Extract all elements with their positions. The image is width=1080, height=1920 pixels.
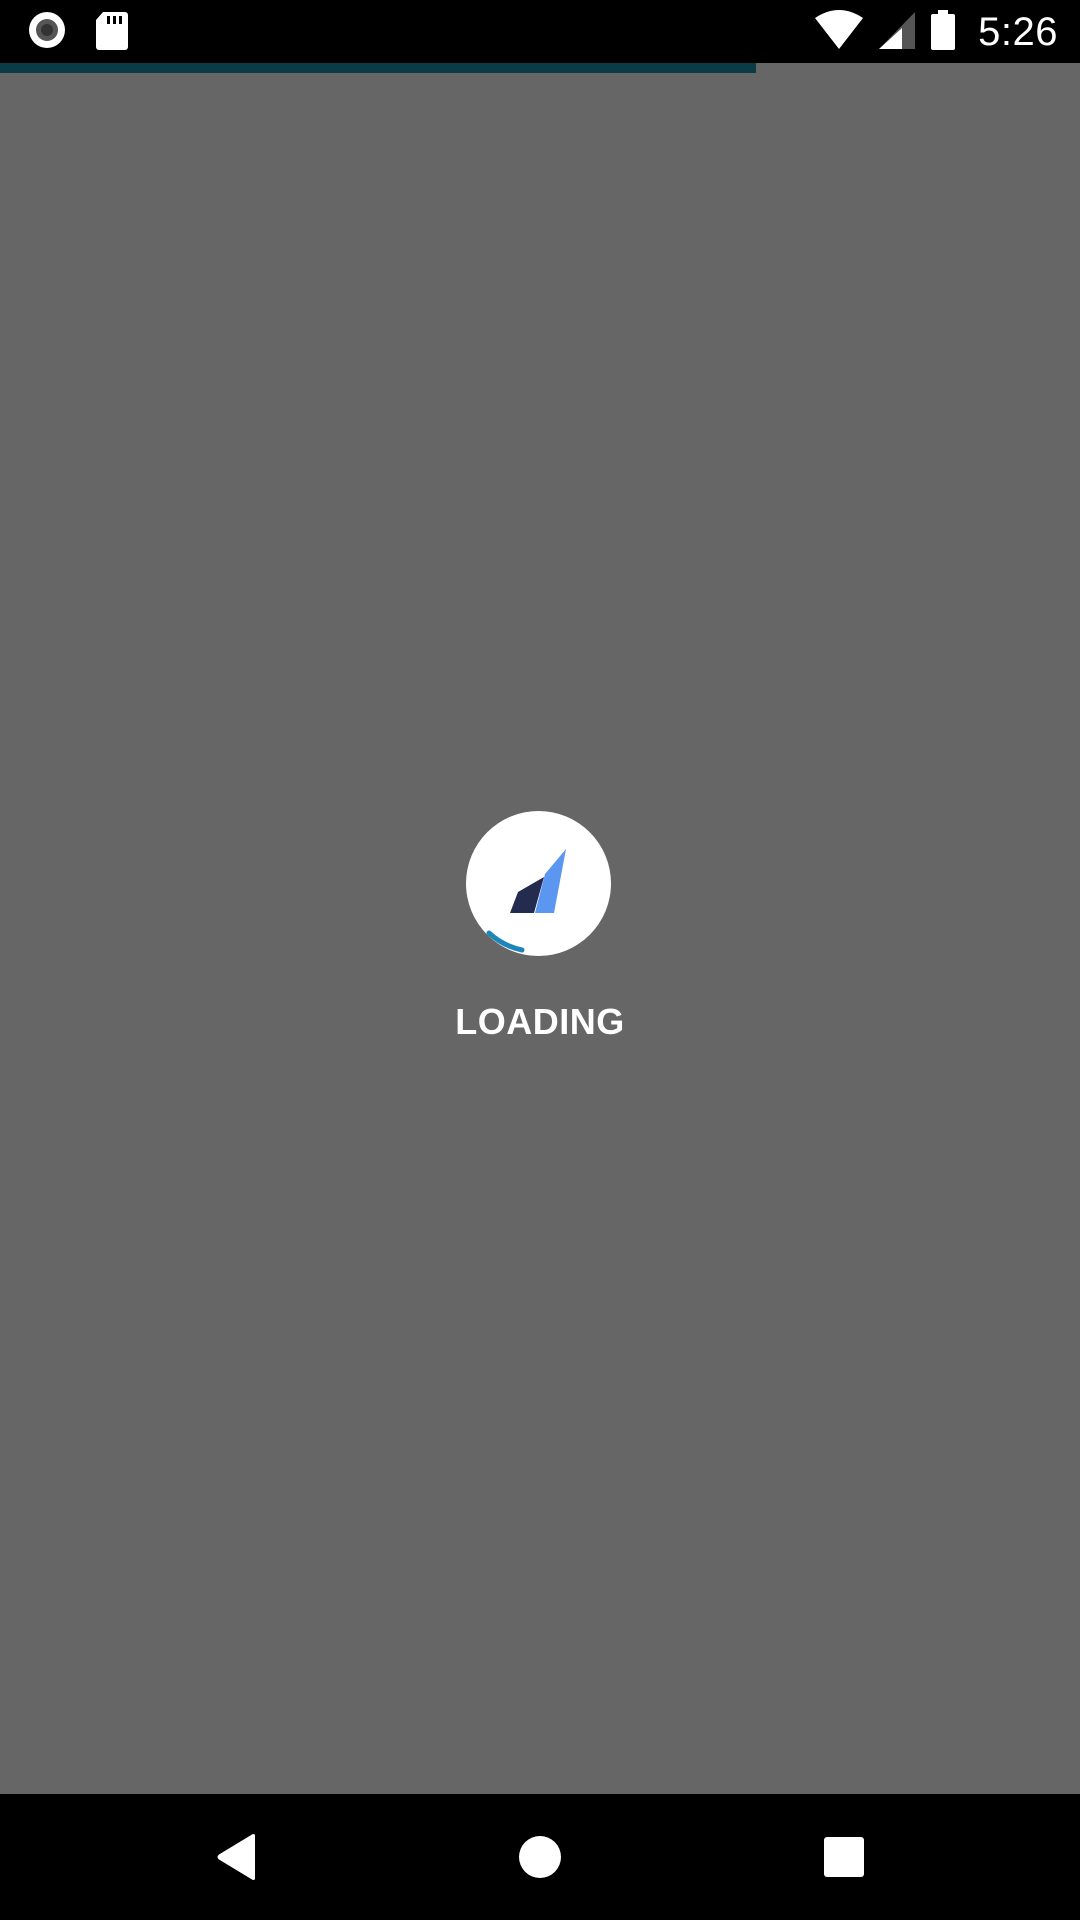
back-button[interactable] bbox=[157, 1794, 317, 1920]
screen: 5:26 LOADING bbox=[0, 0, 1080, 1920]
recents-button[interactable] bbox=[764, 1794, 924, 1920]
loading-spinner bbox=[466, 811, 611, 956]
loading-label: LOADING bbox=[455, 1001, 625, 1042]
status-left-icons bbox=[27, 10, 129, 55]
status-bar: 5:26 bbox=[0, 0, 1080, 63]
clock: 5:26 bbox=[978, 9, 1058, 54]
page-load-progress-bar bbox=[0, 63, 1080, 73]
recents-icon bbox=[824, 1837, 864, 1877]
progress-fill bbox=[0, 63, 756, 73]
record-icon bbox=[27, 10, 67, 55]
rocket-logo-icon bbox=[486, 849, 566, 953]
home-button[interactable] bbox=[460, 1794, 620, 1920]
wifi-icon bbox=[814, 9, 864, 55]
content-area: LOADING bbox=[0, 73, 1080, 1794]
navigation-bar bbox=[0, 1794, 1080, 1920]
home-icon bbox=[519, 1836, 561, 1878]
cell-signal-icon bbox=[878, 10, 916, 55]
sd-card-icon bbox=[95, 10, 129, 55]
back-icon bbox=[217, 1834, 255, 1880]
status-right-icons: 5:26 bbox=[814, 8, 1058, 56]
battery-icon bbox=[930, 9, 956, 55]
